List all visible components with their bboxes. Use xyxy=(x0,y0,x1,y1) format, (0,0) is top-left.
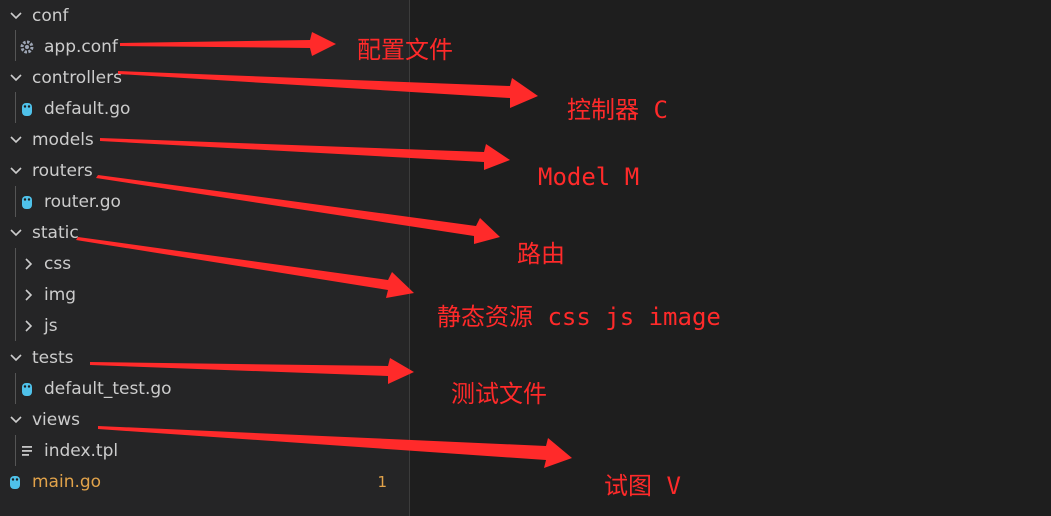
annotation-models: Model M xyxy=(538,163,640,191)
arrow-views xyxy=(98,426,572,468)
arrow-controllers xyxy=(118,71,538,108)
annotation-controllers: 控制器 C xyxy=(567,96,668,124)
annotation-static: 静态资源 css js image xyxy=(437,303,721,331)
arrow-tests xyxy=(90,358,414,384)
annotation-views: 试图 V xyxy=(604,472,681,500)
annotation-routers: 路由 xyxy=(517,240,565,268)
arrow-models xyxy=(100,138,510,170)
arrow-conf xyxy=(120,32,336,56)
annotation-tests: 测试文件 xyxy=(451,380,547,408)
arrow-static xyxy=(76,237,414,298)
annotation-conf: 配置文件 xyxy=(357,36,453,64)
arrow-routers xyxy=(96,175,500,244)
